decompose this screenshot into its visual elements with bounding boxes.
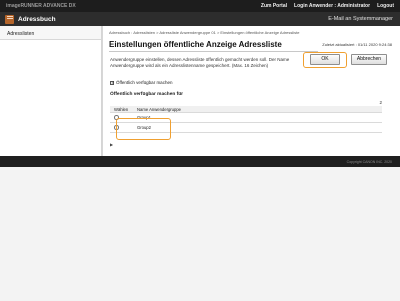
last-updated: Zuletzt aktualisiert : 01/11 2020 9:24:3… <box>322 42 392 47</box>
public-checkbox[interactable] <box>110 80 115 86</box>
logout-link[interactable]: Logout <box>377 3 394 9</box>
email-sysadmin-link[interactable]: E-Mail an Systemmanager <box>328 16 393 22</box>
copyright: Copyright CANON INC. 2020 <box>346 160 392 164</box>
section-title: Öffentlich verfügbar machen für <box>110 92 184 97</box>
header-group-name: Name Anwendergruppe <box>137 106 181 112</box>
app-title-bar: Adressbuch E-Mail an Systemmanager <box>0 12 400 26</box>
sidebar-item-adresslisten[interactable]: Adresslisten <box>0 26 101 40</box>
app-title: Adressbuch <box>18 15 56 23</box>
address-book-icon <box>5 14 14 24</box>
page-title: Einstellungen öffentliche Anzeige Adress… <box>109 40 282 49</box>
cancel-button[interactable]: Abbrechen <box>351 54 387 65</box>
footer: Copyright CANON INC. 2020 <box>0 156 400 167</box>
public-checkbox-row[interactable]: Öffentlich verfügbar machen <box>110 80 173 86</box>
ok-highlight <box>303 52 347 68</box>
portal-link[interactable]: Zum Portal <box>261 3 287 9</box>
machine-name: imageRUNNER ADVANCE DX <box>6 3 76 9</box>
breadcrumb: Adressbuch : Adresslisten > Adressliste … <box>109 30 300 35</box>
sidebar: Adresslisten <box>0 26 102 156</box>
title-divider <box>109 51 318 52</box>
pager-next-icon[interactable]: ▶ <box>110 142 113 147</box>
group-name: Group1 <box>137 115 151 120</box>
description-text: Anwendergruppe einstellen, dessen Adress… <box>110 57 290 68</box>
main-panel: Adressbuch : Adresslisten > Adressliste … <box>102 26 400 156</box>
page-background <box>0 167 400 301</box>
top-nav: Zum Portal Login Anwender : Administrato… <box>261 3 394 9</box>
header-select: Wählen <box>114 106 129 112</box>
public-checkbox-label: Öffentlich verfügbar machen <box>116 80 173 85</box>
page-count: 2 <box>379 100 382 105</box>
table-header: Wählen Name Anwendergruppe <box>110 106 382 113</box>
login-user-info: Login Anwender : Administrator <box>294 3 371 9</box>
top-bar: imageRUNNER ADVANCE DX Zum Portal Login … <box>0 0 400 12</box>
group-name: Group2 <box>137 125 151 130</box>
groups-highlight <box>116 118 171 140</box>
